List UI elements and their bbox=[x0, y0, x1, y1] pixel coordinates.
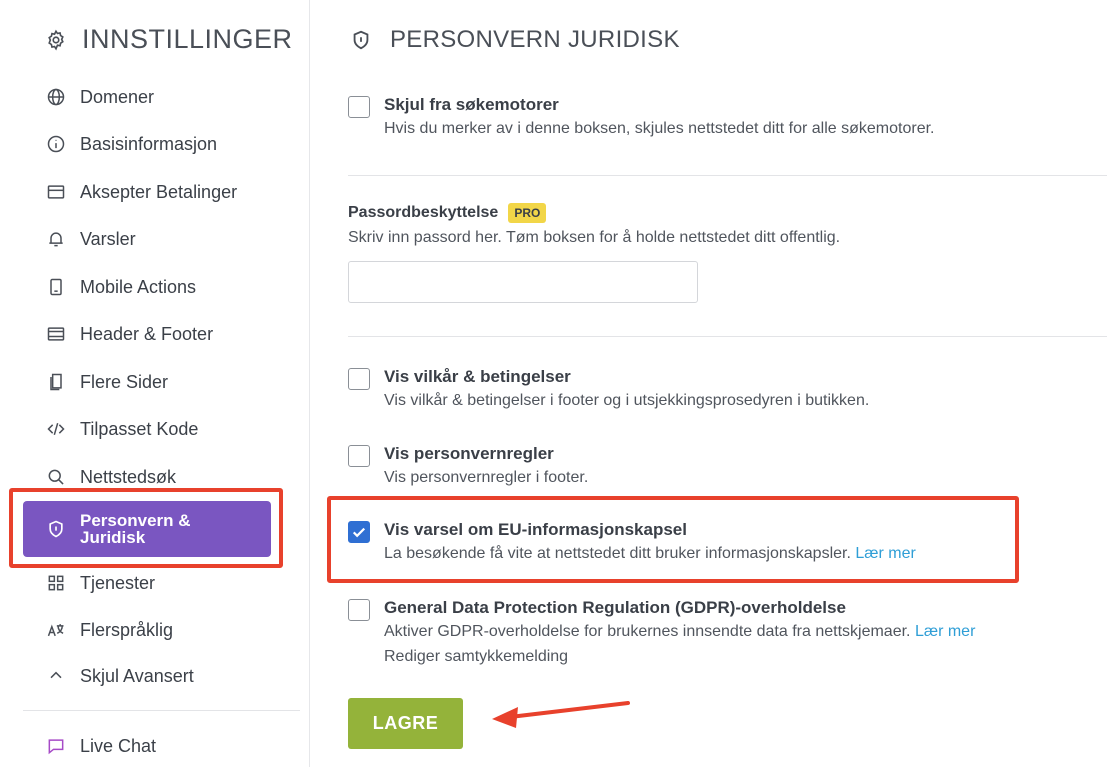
sidebar-item-label: Basisinformasjon bbox=[80, 133, 218, 154]
sidebar-item-label: Header & Footer bbox=[80, 323, 214, 344]
annotation-arrow bbox=[492, 701, 630, 728]
sidebar-title: INNSTILLINGER bbox=[82, 24, 293, 54]
sidebar-item-live-chat[interactable]: Live Chat bbox=[44, 731, 156, 761]
password-desc: Skriv inn passord her. Tøm boksen for å … bbox=[348, 229, 841, 246]
card-icon bbox=[44, 180, 68, 204]
page-header: PERSONVERN JURIDISK bbox=[350, 26, 680, 54]
learn-more-link[interactable]: Lær mer bbox=[915, 623, 975, 640]
chat-icon bbox=[44, 734, 68, 758]
layout-icon bbox=[44, 322, 68, 346]
search-icon bbox=[44, 465, 68, 489]
option-desc: Vis personvernregler i footer. bbox=[384, 469, 589, 486]
bell-icon bbox=[44, 227, 68, 251]
sidebar-item-mobile-actions[interactable]: Mobile Actions bbox=[44, 272, 196, 302]
divider bbox=[348, 336, 1107, 337]
hide-search-checkbox[interactable] bbox=[348, 96, 370, 118]
option-gdpr: General Data Protection Regulation (GDPR… bbox=[348, 597, 975, 669]
sidebar-item-label: Flerspråklig bbox=[80, 619, 174, 640]
sidebar-item-label: Skjul Avansert bbox=[80, 665, 194, 686]
sidebar-item-label: Live Chat bbox=[80, 735, 157, 756]
sidebar-item-label: Varsler bbox=[80, 228, 136, 249]
sidebar-item-label: Mobile Actions bbox=[80, 276, 197, 297]
sidebar: INNSTILLINGER Domener Basisinformasjon A… bbox=[0, 0, 310, 767]
sidebar-item-label: Domener bbox=[80, 86, 155, 107]
gear-icon bbox=[44, 28, 68, 52]
highlight-box-sidebar bbox=[9, 488, 283, 568]
page-title: PERSONVERN JURIDISK bbox=[390, 26, 680, 53]
option-title: Skjul fra søkemotorer bbox=[384, 95, 559, 114]
mobile-icon bbox=[44, 275, 68, 299]
sidebar-item-domener[interactable]: Domener bbox=[44, 82, 154, 112]
sidebar-item-tjenester[interactable]: Tjenester bbox=[44, 568, 155, 598]
option-title: Vis vilkår & betingelser bbox=[384, 367, 571, 386]
sidebar-item-flersprakig[interactable]: Flerspråklig bbox=[44, 615, 173, 645]
sidebar-item-label: Flere Sider bbox=[80, 371, 169, 392]
sidebar-item-betalinger[interactable]: Aksepter Betalinger bbox=[44, 177, 237, 207]
divider bbox=[348, 175, 1107, 176]
pro-badge: PRO bbox=[508, 203, 547, 223]
save-button[interactable]: LAGRE bbox=[348, 698, 463, 749]
option-title: Vis personvernregler bbox=[384, 444, 554, 463]
sidebar-header: INNSTILLINGER bbox=[44, 24, 293, 55]
sidebar-item-basisinformasjon[interactable]: Basisinformasjon bbox=[44, 129, 217, 159]
globe-icon bbox=[44, 85, 68, 109]
option-desc: Vis vilkår & betingelser i footer og i u… bbox=[384, 392, 870, 409]
translate-icon bbox=[44, 618, 68, 642]
password-input[interactable] bbox=[348, 261, 698, 303]
pages-icon bbox=[44, 370, 68, 394]
shield-icon bbox=[350, 29, 372, 51]
highlight-box-cookie bbox=[327, 496, 1019, 583]
chevron-up-icon bbox=[44, 664, 68, 688]
sidebar-item-flere-sider[interactable]: Flere Sider bbox=[44, 367, 168, 397]
sidebar-item-tilpasset-kode[interactable]: Tilpasset Kode bbox=[44, 414, 198, 444]
sidebar-item-varsler[interactable]: Varsler bbox=[44, 224, 136, 254]
option-terms: Vis vilkår & betingelser Vis vilkår & be… bbox=[348, 366, 869, 413]
gdpr-checkbox[interactable] bbox=[348, 599, 370, 621]
option-desc: Hvis du merker av i denne boksen, skjule… bbox=[384, 120, 935, 137]
option-privacy: Vis personvernregler Vis personvernregle… bbox=[348, 443, 588, 490]
sidebar-item-skjul-avansert[interactable]: Skjul Avansert bbox=[44, 661, 194, 691]
sidebar-item-label: Tjenester bbox=[80, 572, 156, 593]
info-icon bbox=[44, 132, 68, 156]
option-title: General Data Protection Regulation (GDPR… bbox=[384, 598, 846, 617]
terms-checkbox[interactable] bbox=[348, 368, 370, 390]
password-label-row: Passordbeskyttelse PRO bbox=[348, 203, 547, 223]
code-icon bbox=[44, 417, 68, 441]
option-hide-search: Skjul fra søkemotorer Hvis du merker av … bbox=[348, 94, 934, 141]
sidebar-item-label: Nettstedsøk bbox=[80, 466, 177, 487]
sidebar-divider bbox=[23, 710, 300, 711]
password-label: Passordbeskyttelse bbox=[348, 204, 499, 221]
sidebar-item-label: Tilpasset Kode bbox=[80, 418, 199, 439]
sidebar-item-label: Aksepter Betalinger bbox=[80, 181, 238, 202]
apps-icon bbox=[44, 571, 68, 595]
privacy-checkbox[interactable] bbox=[348, 445, 370, 467]
option-desc: Aktiver GDPR-overholdelse for brukernes … bbox=[384, 623, 976, 640]
edit-consent-link[interactable]: Rediger samtykkemelding bbox=[384, 644, 975, 669]
sidebar-item-header-footer[interactable]: Header & Footer bbox=[44, 319, 213, 349]
